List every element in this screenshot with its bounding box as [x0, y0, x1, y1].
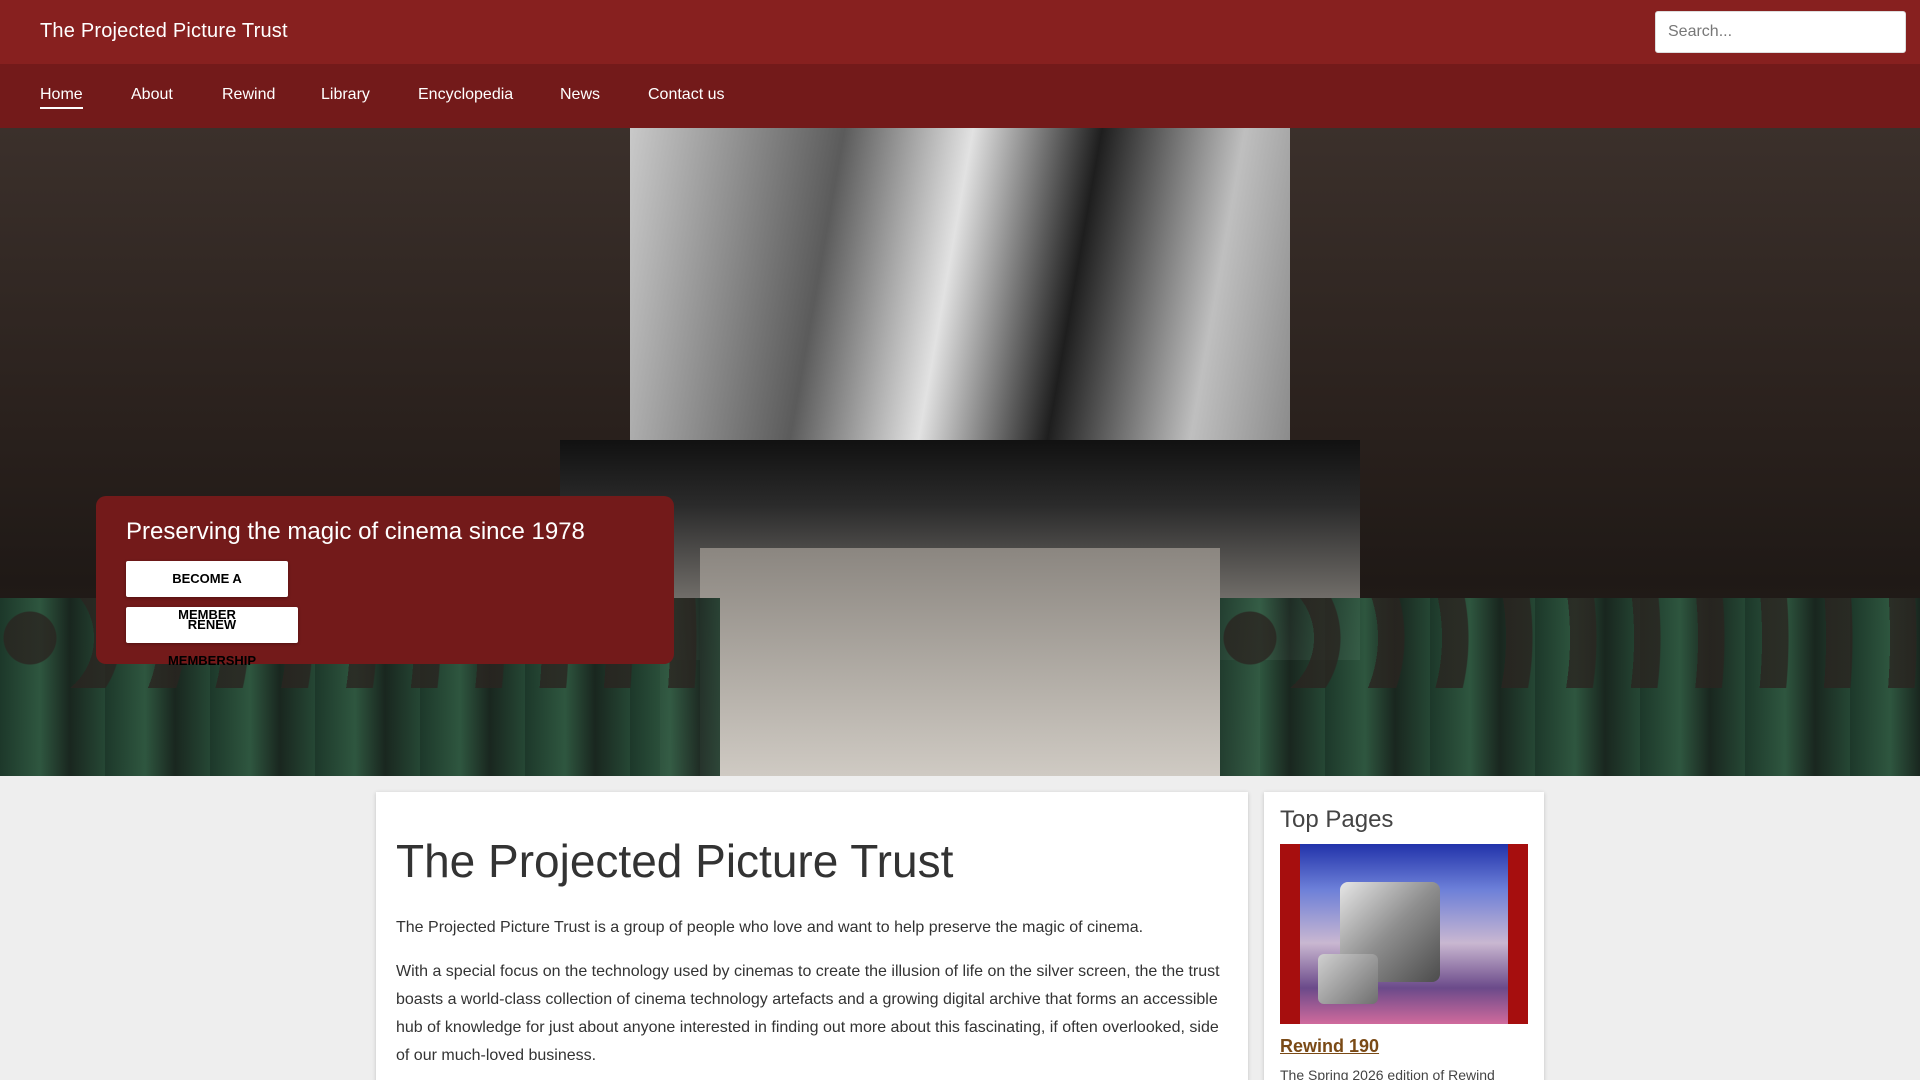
cinema-aisle	[700, 548, 1220, 776]
hero-card: Preserving the magic of cinema since 197…	[96, 496, 674, 668]
hero-tagline: Preserving the magic of cinema since 197…	[126, 518, 585, 545]
nav-item-library[interactable]: Library	[321, 86, 370, 104]
main-content-card: The Projected Picture Trust The Projecte…	[376, 792, 1248, 1080]
projector-shape-small	[1318, 954, 1378, 1004]
rewind-190-link[interactable]: Rewind 190	[1280, 1036, 1379, 1057]
nav-item-news[interactable]: News	[560, 86, 600, 104]
hero-banner-image: Preserving the magic of cinema since 197…	[0, 128, 1920, 776]
top-bar: The Projected Picture Trust	[0, 0, 1920, 64]
audience-right	[1220, 598, 1920, 688]
main-nav: Home About Rewind Library Encyclopedia N…	[0, 64, 1920, 128]
intro-paragraph: The Projected Picture Trust is a group o…	[396, 919, 1144, 936]
cinema-screen	[630, 128, 1290, 443]
search-input[interactable]	[1655, 11, 1906, 53]
nav-item-rewind[interactable]: Rewind	[222, 86, 275, 104]
renew-membership-button[interactable]: RENEW MEMBERSHIP	[126, 607, 298, 668]
nav-item-home[interactable]: Home	[40, 86, 83, 109]
description-paragraph: With a special focus on the technology u…	[396, 963, 1220, 1064]
site-title[interactable]: The Projected Picture Trust	[40, 20, 288, 43]
nav-item-about[interactable]: About	[131, 86, 173, 104]
page-title: The Projected Picture Trust	[396, 835, 954, 887]
rewind-cover-image[interactable]	[1280, 844, 1528, 1024]
rewind-description: The Spring 2026 edition of Rewind	[1280, 1067, 1495, 1080]
nav-item-encyclopedia[interactable]: Encyclopedia	[418, 86, 513, 104]
nav-item-contact-us[interactable]: Contact us	[648, 86, 724, 104]
become-member-button[interactable]: BECOME A MEMBER	[126, 561, 288, 622]
top-pages-card: Top Pages Rewind 190 The Spring 2026 edi…	[1264, 792, 1544, 1080]
top-pages-title: Top Pages	[1280, 806, 1394, 833]
